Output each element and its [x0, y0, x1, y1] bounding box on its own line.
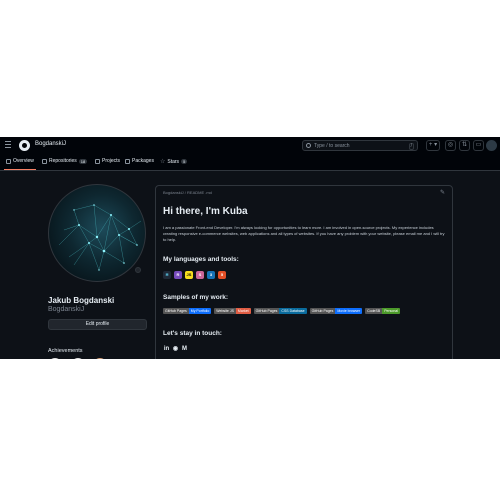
achievement-badge-icon[interactable] — [93, 358, 107, 359]
language-icons: ⚛ R JS S 3 5 — [163, 271, 226, 279]
tab-label: Stars — [167, 158, 180, 165]
tab-label: Repositories — [49, 158, 77, 164]
readme-intro: I am a passionate Front-end Developer. I… — [163, 225, 445, 242]
inbox-icon[interactable]: ▭ — [473, 140, 484, 151]
user-avatar-small[interactable] — [486, 140, 497, 151]
book-icon — [6, 158, 11, 164]
achievement-badge-icon[interactable] — [71, 358, 85, 359]
tab-label: Packages — [132, 158, 154, 164]
email-icon[interactable]: M — [181, 346, 188, 353]
profile-avatar[interactable] — [48, 184, 146, 282]
repo-icon — [42, 158, 47, 164]
github-logo-icon[interactable] — [19, 140, 30, 151]
redux-icon: R — [174, 271, 182, 279]
set-status-icon[interactable] — [135, 267, 141, 273]
contact-heading: Let's stay in touch: — [163, 330, 222, 337]
header-username[interactable]: BogdanskiJ — [35, 141, 66, 147]
sample-badge[interactable]: CodeSB Personal — [365, 308, 401, 314]
readme-path[interactable]: BogdanskiJ / README .md — [163, 190, 212, 195]
tab-label: Projects — [102, 158, 121, 164]
profile-tabs: Overview Repositories 18 Projects Packag… — [0, 154, 500, 171]
sample-badge[interactable]: Website JS Market — [214, 308, 251, 314]
tab-label: Overview — [13, 158, 34, 164]
count-badge: 18 — [78, 158, 88, 164]
edit-profile-button[interactable]: Edit profile — [48, 319, 147, 330]
tab-repositories[interactable]: Repositories 18 — [42, 158, 88, 164]
sample-badge[interactable]: GitHub Pages CSS Database — [253, 308, 307, 314]
readme-heading: Hi there, I'm Kuba — [163, 206, 248, 217]
achievements-heading[interactable]: Achievements — [48, 348, 83, 354]
top-header: BogdanskiJ Type / to search / + ▾ ◎ ⇅ ▭ — [0, 137, 500, 154]
star-icon: ☆ — [160, 159, 166, 165]
github-profile-window: BogdanskiJ Type / to search / + ▾ ◎ ⇅ ▭ … — [0, 137, 500, 359]
sample-badge[interactable]: GitHub Pages Movie browser — [309, 308, 363, 314]
search-icon — [306, 143, 311, 148]
javascript-icon: JS — [185, 271, 193, 279]
linkedin-icon[interactable]: in — [163, 346, 170, 353]
tab-stars[interactable]: ☆ Stars 5 — [160, 158, 188, 165]
react-icon: ⚛ — [163, 271, 171, 279]
languages-heading: My languages and tools: — [163, 256, 239, 263]
sass-icon: S — [196, 271, 204, 279]
pencil-icon[interactable]: ✎ — [440, 189, 445, 196]
social-links: in ◉ M — [163, 346, 188, 353]
profile-login: BogdanskiJ — [48, 306, 85, 313]
network-art-image — [58, 204, 142, 271]
github-icon[interactable]: ◉ — [172, 346, 179, 353]
search-shortcut: / — [408, 143, 414, 150]
readme-card: BogdanskiJ / README .md ✎ Hi there, I'm … — [155, 185, 453, 359]
pull-requests-icon[interactable]: ⇅ — [459, 140, 470, 151]
sample-badge[interactable]: GitHub Pages My Portfolio — [163, 308, 212, 314]
count-badge: 5 — [181, 159, 188, 164]
html5-icon: 5 — [218, 271, 226, 279]
css3-icon: 3 — [207, 271, 215, 279]
sample-badges: GitHub Pages My Portfolio Website JS Marke… — [163, 308, 401, 314]
tab-overview[interactable]: Overview — [4, 158, 36, 170]
tab-projects[interactable]: Projects — [95, 158, 120, 164]
menu-icon[interactable] — [5, 141, 11, 149]
issues-icon[interactable]: ◎ — [445, 140, 456, 151]
profile-full-name: Jakub Bogdanski — [48, 296, 115, 305]
samples-heading: Samples of my work: — [163, 294, 229, 301]
search-placeholder: Type / to search — [314, 143, 350, 149]
tab-packages[interactable]: Packages — [125, 158, 154, 164]
table-icon — [95, 158, 100, 164]
search-input[interactable]: Type / to search / — [302, 140, 418, 151]
package-icon — [125, 158, 130, 164]
achievement-badge-icon[interactable] — [48, 358, 62, 359]
create-new-button[interactable]: + ▾ — [426, 140, 440, 151]
